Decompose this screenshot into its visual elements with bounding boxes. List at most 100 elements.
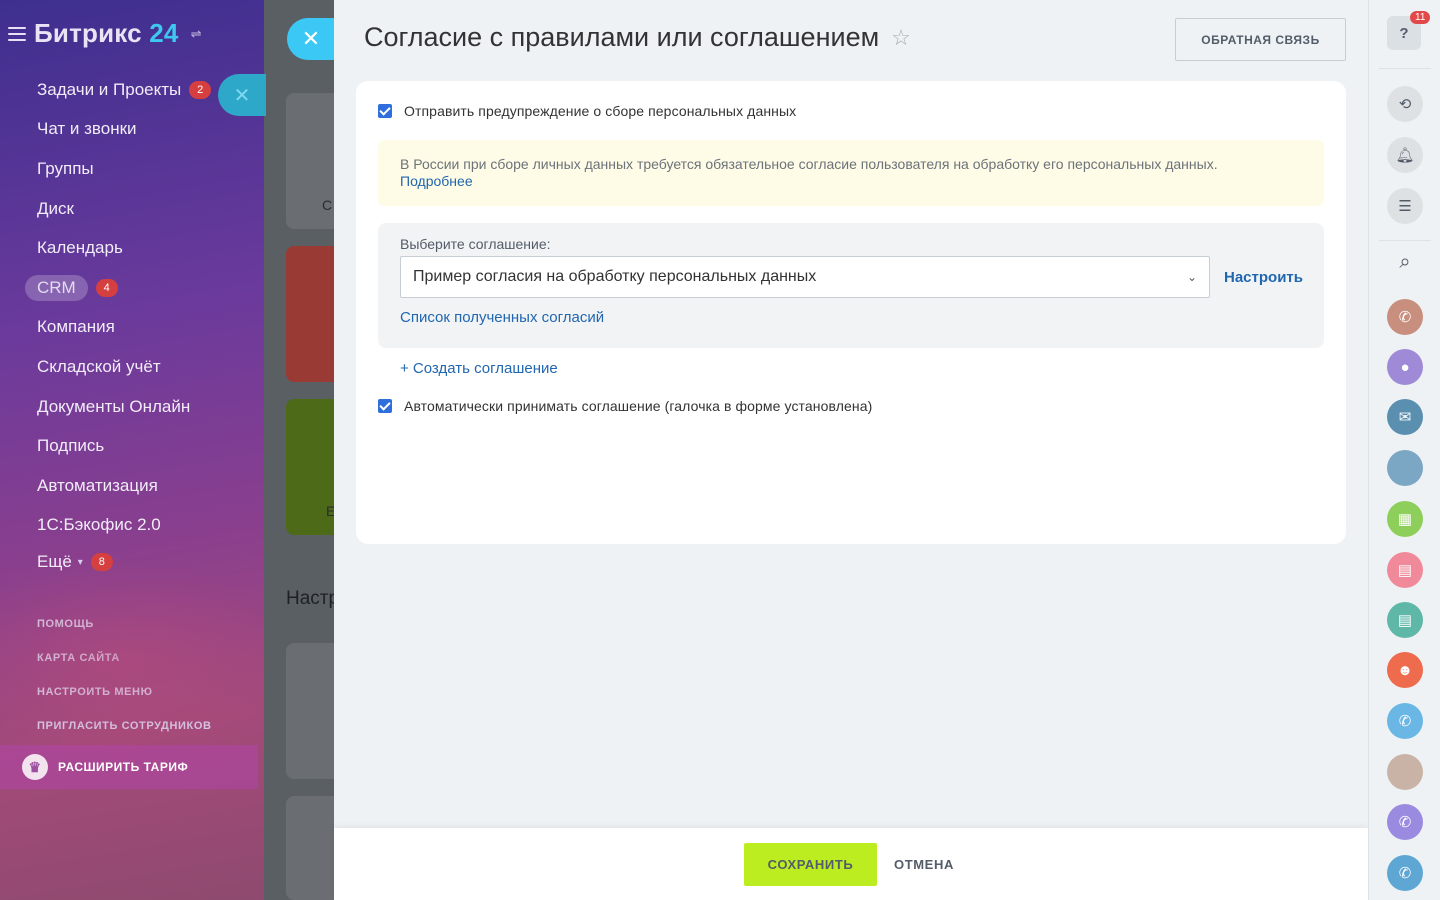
menu-burger-icon[interactable]: [8, 26, 26, 41]
close-icon: ✕: [301, 26, 321, 51]
crown-icon: ♛: [22, 754, 48, 780]
menu-item-label: Группы: [37, 158, 94, 178]
notice-more-link[interactable]: Подробнее: [400, 173, 473, 189]
menu-item-label: Документы Онлайн: [37, 396, 191, 416]
sitemap-link[interactable]: КАРТА САЙТА: [37, 652, 212, 686]
auto-accept-checkbox-label: Автоматически принимать соглашение (гало…: [404, 398, 873, 414]
slider-footer: СОХРАНИТЬ ОТМЕНА: [334, 828, 1368, 900]
left-sidebar: Битрикс 24 ⇌ Задачи и Проекты 2 Чат и зв…: [0, 0, 264, 900]
people-icon[interactable]: ☻: [1387, 652, 1423, 688]
invite-employees-link[interactable]: ПРИГЛАСИТЬ СОТРУДНИКОВ: [37, 720, 212, 754]
warn-checkbox-label: Отправить предупреждение о сборе персона…: [404, 103, 797, 119]
menu-item-label: Диск: [37, 198, 74, 218]
upgrade-plan-button[interactable]: ♛ РАСШИРИТЬ ТАРИФ: [0, 745, 258, 789]
agreement-select-box: Выберите соглашение: Пример согласия на …: [378, 223, 1324, 348]
background-section-title: Настр: [286, 588, 340, 609]
auto-accept-checkbox[interactable]: [378, 399, 392, 413]
phone-icon[interactable]: ✆: [1387, 855, 1423, 891]
agreement-select-label: Выберите соглашение:: [400, 236, 551, 252]
agreement-select[interactable]: Пример согласия на обработку персональны…: [400, 256, 1210, 298]
notice-text: В России при сборе личных данных требует…: [400, 156, 1218, 172]
divider: [1379, 68, 1431, 69]
consent-slider-panel: Согласие с правилами или соглашением ☆ О…: [334, 0, 1368, 900]
menu-counter: 2: [189, 80, 212, 99]
phone-icon[interactable]: ✆: [1387, 299, 1423, 335]
menu-item-documents[interactable]: Документы Онлайн: [0, 387, 264, 427]
calendar-icon[interactable]: ▦: [1387, 501, 1423, 537]
page-title-text: Согласие с правилами или соглашением: [364, 22, 880, 52]
logo-main: Битрикс: [34, 18, 142, 48]
menu-item-label: 1С:Бэкофис 2.0: [37, 515, 161, 535]
background-card: [286, 643, 334, 779]
create-agreement-link[interactable]: + Создать соглашение: [400, 360, 558, 377]
sidebar-sub-links: ПОМОЩЬ КАРТА САЙТА НАСТРОИТЬ МЕНЮ ПРИГЛА…: [37, 618, 212, 754]
chevron-down-icon: ▾: [77, 556, 83, 568]
agreement-select-value: Пример согласия на обработку персональны…: [413, 268, 817, 285]
background-card-red: [286, 246, 334, 382]
notice-box: В России при сборе личных данных требует…: [378, 140, 1324, 206]
menu-item-inventory[interactable]: Складской учёт: [0, 347, 264, 387]
avatar[interactable]: [1387, 450, 1423, 486]
menu-item-groups[interactable]: Группы: [0, 149, 264, 189]
phone-icon[interactable]: ✆: [1387, 804, 1423, 840]
configure-menu-link[interactable]: НАСТРОИТЬ МЕНЮ: [37, 686, 212, 720]
close-previous-slider-button[interactable]: ✕: [218, 74, 266, 116]
menu-item-label: Автоматизация: [37, 475, 158, 495]
group-chat-icon[interactable]: ✉: [1387, 399, 1423, 435]
close-icon: ✕: [233, 84, 251, 107]
help-badge: 11: [1410, 11, 1431, 24]
page-title: Согласие с правилами или соглашением ☆: [364, 22, 911, 53]
logo-settings-icon[interactable]: ⇌: [191, 26, 202, 42]
divider: [1379, 240, 1431, 241]
menu-item-automation[interactable]: Автоматизация: [0, 466, 264, 506]
bell-icon[interactable]: 🔔︎: [1387, 137, 1423, 173]
cancel-button[interactable]: ОТМЕНА: [894, 843, 954, 886]
menu-item-label: Ещё: [37, 552, 72, 572]
menu-counter: 4: [95, 278, 118, 297]
search-icon[interactable]: ⌕: [1387, 244, 1423, 280]
history-icon[interactable]: ⟲: [1387, 86, 1423, 122]
consent-settings-card: Отправить предупреждение о сборе персона…: [356, 81, 1346, 544]
save-button[interactable]: СОХРАНИТЬ: [744, 843, 877, 886]
background-card: С: [286, 93, 334, 229]
chevron-down-icon: ⌄: [1186, 270, 1197, 284]
contact-card-icon[interactable]: ▤: [1387, 552, 1423, 588]
menu-item-sign[interactable]: Подпись: [0, 426, 264, 466]
configure-link[interactable]: Настроить: [1224, 269, 1303, 286]
background-card-letter: С: [322, 197, 333, 213]
logo[interactable]: Битрикс 24: [34, 18, 179, 49]
warn-checkbox-row[interactable]: Отправить предупреждение о сборе персона…: [378, 103, 796, 119]
feedback-button[interactable]: ОБРАТНАЯ СВЯЗЬ: [1175, 18, 1346, 61]
contact-card-icon[interactable]: ▤: [1387, 602, 1423, 638]
menu-item-label: CRM: [25, 274, 88, 301]
menu-item-label: Компания: [37, 317, 115, 337]
menu-item-label: Складской учёт: [37, 356, 161, 376]
menu-item-1c[interactable]: 1С:Бэкофис 2.0: [0, 506, 264, 546]
star-icon[interactable]: ☆: [891, 25, 911, 51]
menu-item-label: Чат и звонки: [37, 119, 137, 139]
received-consents-link[interactable]: Список полученных согласий: [400, 309, 604, 326]
menu-item-label: Задачи и Проекты: [37, 79, 182, 99]
menu-item-label: Подпись: [37, 436, 105, 456]
logo-row: Битрикс 24 ⇌: [8, 18, 201, 49]
menu-item-disk[interactable]: Диск: [0, 189, 264, 229]
main-menu: Задачи и Проекты 2 Чат и звонки Группы Д…: [0, 70, 264, 579]
close-slider-button[interactable]: ✕: [287, 18, 335, 60]
menu-item-crm[interactable]: CRM 4: [0, 268, 264, 308]
help-link[interactable]: ПОМОЩЬ: [37, 618, 212, 652]
user-icon[interactable]: ●: [1387, 349, 1423, 385]
right-toolbar: ? ⟲ 🔔︎ ☰ ⌕ ✆ ● ✉ ▦ ▤ ▤ ☻ ✆ ✆ ✆: [1368, 0, 1440, 900]
menu-item-more[interactable]: Ещё ▾ 8: [0, 545, 264, 579]
avatar[interactable]: [1387, 754, 1423, 790]
menu-item-company[interactable]: Компания: [0, 308, 264, 348]
menu-item-chat[interactable]: Чат и звонки: [0, 110, 264, 150]
background-card-green: Е: [286, 399, 335, 535]
menu-item-calendar[interactable]: Календарь: [0, 228, 264, 268]
phone-icon[interactable]: ✆: [1387, 703, 1423, 739]
logo-number: 24: [149, 18, 179, 48]
menu-counter: 8: [90, 553, 113, 572]
chat-search-icon[interactable]: ☰: [1387, 188, 1423, 224]
warn-checkbox[interactable]: [378, 104, 392, 118]
menu-item-label: Календарь: [37, 238, 123, 258]
auto-accept-checkbox-row[interactable]: Автоматически принимать соглашение (гало…: [378, 398, 872, 414]
